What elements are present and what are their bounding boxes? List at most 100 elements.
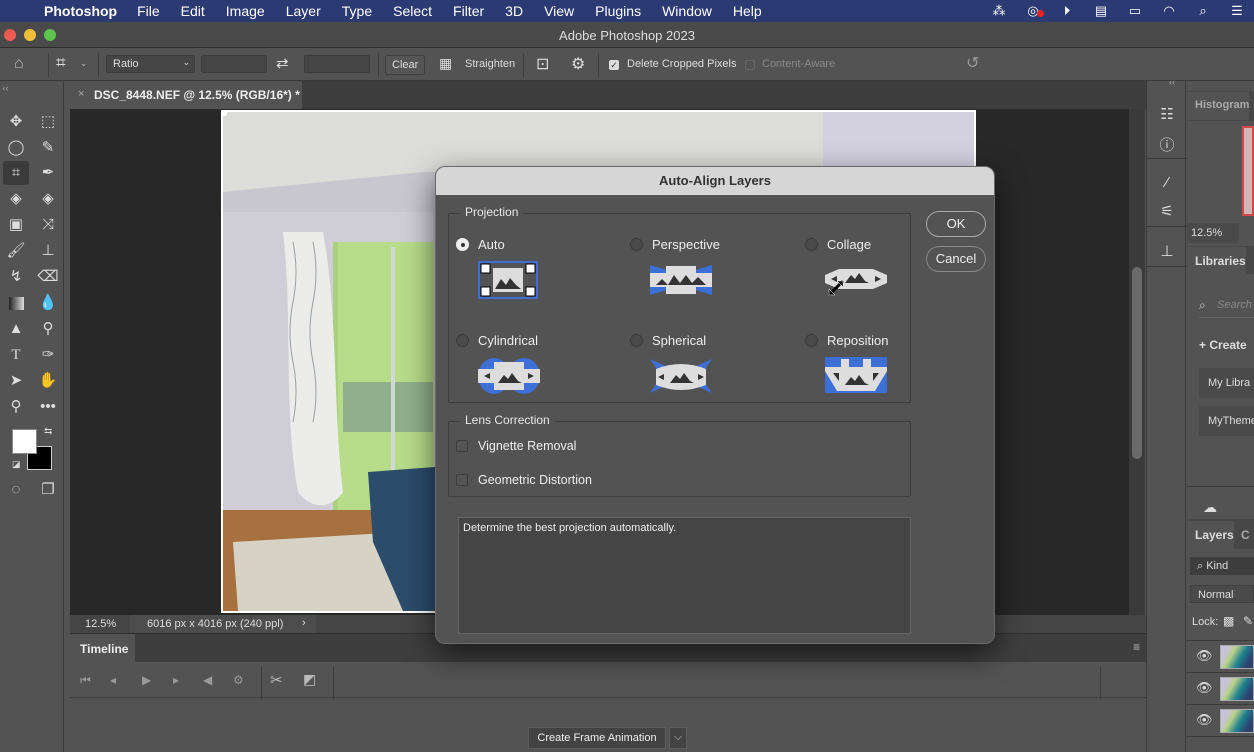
menu-help[interactable]: Help (733, 3, 762, 19)
home-icon[interactable]: ⌂ (14, 55, 24, 73)
swap-dimensions-icon[interactable]: ⇄ (276, 54, 289, 72)
visibility-eye-icon[interactable]: 👁 (1196, 712, 1213, 728)
geometric-distortion-label[interactable]: Geometric Distortion (478, 473, 592, 487)
reset-icon[interactable]: ↺ (966, 53, 979, 73)
menu-select[interactable]: Select (393, 3, 432, 19)
delete-cropped-checkbox[interactable]: ✓ (609, 60, 619, 70)
marquee-tool-icon[interactable]: ⬚ (35, 110, 61, 134)
crop-handle-top-left[interactable] (223, 112, 227, 116)
battery-icon[interactable]: ▭ (1118, 3, 1152, 19)
lock-paint-icon[interactable]: ✎ (1243, 614, 1253, 628)
menu-window[interactable]: Window (662, 3, 712, 19)
cylindrical-projection-icon[interactable] (478, 357, 540, 395)
label-collage[interactable]: Collage (827, 237, 871, 252)
screen-mode-icon[interactable]: ❐ (35, 478, 61, 502)
collage-projection-icon[interactable] (825, 261, 887, 299)
lock-transparent-icon[interactable]: ▩ (1223, 614, 1234, 628)
menu-view[interactable]: View (544, 3, 574, 19)
transition-icon[interactable]: ◩ (303, 671, 316, 688)
dodge-tool-icon[interactable]: ⚲ (35, 317, 61, 341)
menu-file[interactable]: File (137, 3, 160, 19)
wifi-icon[interactable]: ◠ (1152, 3, 1186, 19)
split-icon[interactable]: ✂ (270, 671, 283, 689)
cc-sync-icon[interactable]: ◎ (1016, 3, 1050, 19)
overlay-options-icon[interactable]: ⊡ (536, 54, 549, 74)
visibility-eye-icon[interactable]: 👁 (1196, 680, 1213, 696)
document-tab[interactable]: × DSC_8448.NEF @ 12.5% (RGB/16*) * (70, 81, 302, 109)
animation-type-dropdown[interactable]: ⌵ (669, 727, 687, 749)
search-icon[interactable]: ⌕ (1186, 3, 1220, 19)
blend-mode-select[interactable]: Normal (1190, 585, 1254, 603)
crop-height-input[interactable] (304, 55, 370, 73)
frame-tool-icon[interactable]: ▣ (3, 213, 29, 237)
zoom-level[interactable]: 12.5% (85, 618, 116, 630)
collapse-toolbar-icon[interactable]: ‹‹ (0, 83, 9, 93)
menu-app-photoshop[interactable]: Photoshop (44, 3, 117, 19)
channels-tab[interactable]: C (1241, 528, 1250, 542)
swap-colors-icon[interactable]: ⇆ (44, 426, 52, 437)
libraries-tab[interactable]: Libraries (1187, 247, 1246, 275)
create-library-button[interactable]: + Create (1199, 338, 1247, 352)
eraser-tool-icon[interactable]: ⌫ (35, 265, 61, 289)
crop-tool-icon[interactable]: ⌗ (3, 161, 29, 185)
adjustments-icon[interactable]: ☷ (1155, 105, 1179, 123)
layer-row[interactable]: 👁 (1187, 705, 1254, 737)
menu-plugins[interactable]: Plugins (595, 3, 641, 19)
vignette-removal-checkbox[interactable] (456, 440, 468, 452)
menu-image[interactable]: Image (226, 3, 265, 19)
perspective-projection-icon[interactable] (650, 261, 712, 299)
brush-presets-icon[interactable]: ⁄ (1155, 174, 1179, 191)
play-icon[interactable]: ▶ (142, 673, 151, 687)
radio-auto[interactable] (456, 238, 469, 251)
menu-3d[interactable]: 3D (505, 3, 523, 19)
blur-tool-icon[interactable]: 💧 (35, 291, 61, 315)
screen-icon[interactable]: ▤ (1084, 3, 1118, 19)
cloud-icon[interactable]: ☁ (1203, 499, 1217, 516)
brush-settings-icon[interactable]: ⚟ (1155, 202, 1179, 220)
close-tab-icon[interactable]: × (78, 88, 84, 100)
lasso-tool-icon[interactable]: ◯ (3, 136, 29, 160)
vignette-removal-label[interactable]: Vignette Removal (478, 439, 576, 453)
move-tool-icon[interactable]: ✥ (3, 110, 29, 134)
clear-button[interactable]: Clear (385, 55, 426, 75)
hand-tool-icon[interactable]: ✋ (35, 369, 61, 393)
healing-brush-tool-icon[interactable]: ◈ (35, 187, 61, 211)
expand-panels-icon[interactable]: ‹‹ (1169, 77, 1175, 87)
gear-icon[interactable]: ⚙ (571, 54, 585, 74)
straighten-icon[interactable]: ▦ (439, 55, 452, 72)
navigator-thumbnail[interactable] (1242, 126, 1254, 216)
menu-edit[interactable]: Edit (181, 3, 205, 19)
info-icon[interactable]: ⓘ (1155, 134, 1179, 155)
scroll-thumb[interactable] (1132, 267, 1142, 459)
clone-source-icon[interactable]: ⊥ (1155, 242, 1179, 260)
zoom-tool-icon[interactable]: ⚲ (3, 395, 29, 419)
settings-icon[interactable]: ⚙ (233, 673, 244, 687)
layer-row[interactable]: 👁 (1187, 641, 1254, 673)
crop-tool-preset-icon[interactable]: ⌗ (56, 53, 66, 73)
library-item[interactable]: MyTheme (1199, 406, 1254, 436)
histogram-tab[interactable]: Histogram (1187, 92, 1250, 120)
create-frame-animation-button[interactable]: Create Frame Animation (528, 727, 666, 749)
pen-tool-icon[interactable]: ✑ (35, 343, 61, 367)
history-brush-tool-icon[interactable]: ↯ (3, 265, 29, 289)
visibility-eye-icon[interactable]: 👁 (1196, 648, 1213, 664)
layer-row[interactable]: 👁 (1187, 673, 1254, 705)
audio-icon[interactable]: ◀ (203, 673, 212, 687)
reposition-projection-icon[interactable] (825, 357, 887, 393)
first-frame-icon[interactable]: ⏮ (80, 673, 91, 688)
layers-tab[interactable]: Layers (1187, 521, 1234, 549)
label-cylindrical[interactable]: Cylindrical (478, 333, 538, 348)
menu-type[interactable]: Type (342, 3, 372, 19)
play-icon[interactable]: ⏵ (1050, 3, 1084, 19)
previous-frame-icon[interactable]: ◂ (110, 673, 116, 687)
content-aware-move-tool-icon[interactable]: ⤨ (35, 213, 61, 237)
foreground-color-swatch[interactable] (12, 429, 37, 454)
radio-reposition[interactable] (805, 334, 818, 347)
control-center-icon[interactable]: ☰ (1220, 3, 1254, 19)
eyedropper-tool-icon[interactable]: ✒ (35, 161, 61, 185)
more-tools-icon[interactable]: ••• (35, 395, 61, 419)
next-frame-icon[interactable]: ▸ (173, 673, 179, 687)
menu-layer[interactable]: Layer (286, 3, 321, 19)
label-auto[interactable]: Auto (478, 237, 505, 252)
libraries-search-input[interactable]: Search (1217, 299, 1252, 311)
